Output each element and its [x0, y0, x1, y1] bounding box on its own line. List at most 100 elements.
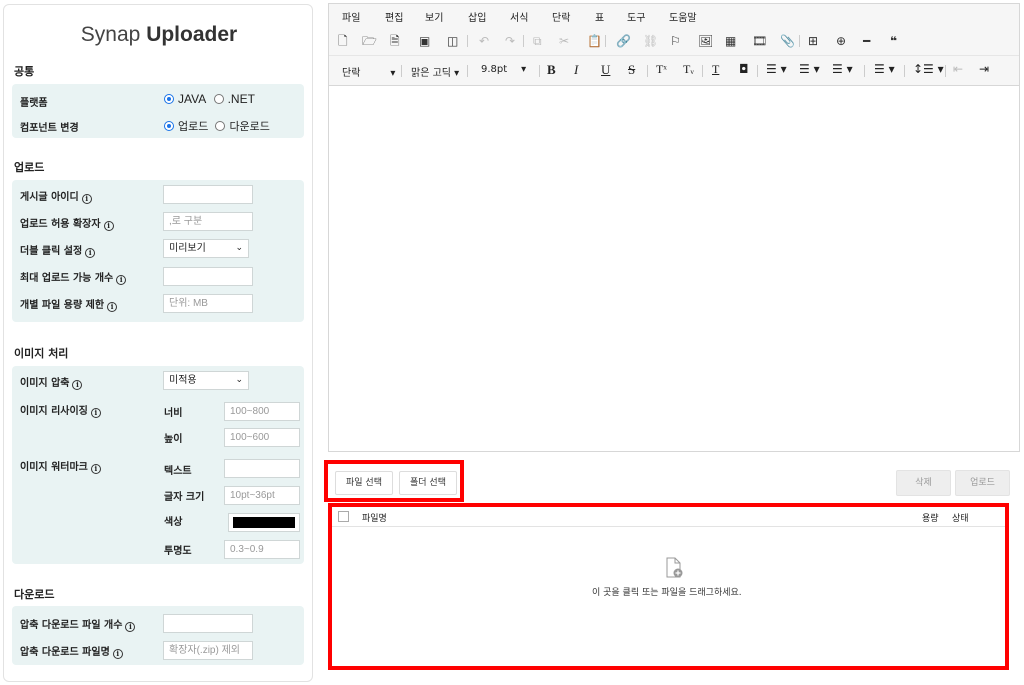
attachment-icon[interactable]: 📎: [780, 34, 795, 48]
cut-icon[interactable]: ✂: [559, 34, 569, 48]
drop-message: 이 곳을 클릭 또는 파일을 드래그하세요.: [592, 588, 742, 598]
menu-file[interactable]: 파일: [342, 9, 360, 24]
select-file-button[interactable]: 파일 선택: [335, 471, 393, 495]
info-icon[interactable]: i: [90, 464, 101, 474]
compress-select[interactable]: 미적용 ⌄: [163, 371, 249, 390]
upload-button[interactable]: 업로드: [955, 470, 1010, 496]
toolbar-format: 단락 ▾ 맑은 고딕 ▾ 9.8pt ▾ B I U S Tˣ Tᵥ T ◘ ☰ ▾…: [329, 56, 1019, 86]
bullet-list-icon[interactable]: ☰ ▾: [766, 62, 787, 76]
insert-box-icon[interactable]: ⊕: [836, 34, 846, 48]
info-icon[interactable]: i: [103, 221, 114, 231]
menu-tools[interactable]: 도구: [627, 9, 645, 24]
info-icon[interactable]: i: [125, 622, 136, 632]
copy-icon[interactable]: ⧉: [533, 34, 542, 48]
line-height-icon[interactable]: ↕☰ ▾: [913, 62, 944, 76]
font-color-icon[interactable]: T: [712, 62, 719, 77]
delete-button[interactable]: 삭제: [896, 470, 951, 496]
new-doc-icon[interactable]: 🗋: [338, 34, 348, 48]
post-id-label: 게시글 아이디 i: [20, 188, 92, 204]
menu-edit[interactable]: 편집: [385, 9, 403, 24]
platform-radio-group: JAVA .NET: [164, 92, 259, 106]
template-icon[interactable]: 🗎: [390, 34, 400, 48]
zip-count-label: 압축 다운로드 파일 개수 i: [20, 616, 136, 632]
info-icon[interactable]: i: [81, 194, 92, 204]
dblclick-label: 더블 클릭 설정 i: [20, 242, 96, 258]
link-icon[interactable]: 🔗: [616, 34, 631, 48]
menu-paragraph[interactable]: 단락: [552, 9, 570, 24]
font-size-input[interactable]: 10pt~36pt: [224, 486, 300, 505]
menu-insert[interactable]: 삽입: [468, 9, 486, 24]
horizontal-rule-icon[interactable]: ━: [863, 34, 870, 48]
multi-image-icon[interactable]: ▦: [725, 34, 736, 48]
dblclick-select[interactable]: 미리보기 ⌄: [163, 239, 249, 258]
component-download-radio[interactable]: 다운로드: [215, 121, 270, 133]
unlink-icon[interactable]: ⛓: [643, 34, 658, 48]
video-icon[interactable]: 🎞: [752, 34, 767, 48]
numbered-list-icon[interactable]: ☰ ▾: [799, 62, 820, 76]
menu-table[interactable]: 표: [595, 9, 604, 24]
bookmark-icon[interactable]: ⚐: [670, 34, 681, 48]
height-input[interactable]: 100~600: [224, 428, 300, 447]
section-download-title: 다운로드: [14, 588, 55, 601]
resize-label: 이미지 리사이징 i: [20, 402, 101, 418]
opacity-input[interactable]: 0.3~0.9: [224, 540, 300, 559]
image-icon[interactable]: 🖼: [698, 34, 713, 48]
redo-icon[interactable]: ↷: [505, 34, 515, 48]
menu-format[interactable]: 서식: [510, 9, 528, 24]
text-label: 텍스트: [164, 466, 192, 477]
width-input[interactable]: 100~800: [224, 402, 300, 421]
size-limit-input[interactable]: 단위: MB: [163, 294, 253, 313]
platform-net-radio[interactable]: .NET: [213, 92, 255, 106]
font-family-select[interactable]: 맑은 고딕 ▾: [411, 64, 459, 79]
subscript-icon[interactable]: Tᵥ: [683, 62, 694, 77]
image-box: 이미지 압축 i 미적용 ⌄ 이미지 리사이징 i 너비 100~800 높이 100…: [12, 366, 304, 564]
select-folder-button[interactable]: 폴더 선택: [399, 471, 457, 495]
ext-input[interactable]: ,로 구분: [163, 212, 253, 231]
section-upload-title: 업로드: [14, 161, 45, 174]
align-icon[interactable]: ☰ ▾: [874, 62, 895, 76]
info-icon[interactable]: i: [72, 380, 83, 390]
quote-icon[interactable]: ❝: [890, 34, 897, 48]
undo-icon[interactable]: ↶: [479, 34, 489, 48]
app-title: Synap Uploader: [80, 23, 238, 46]
strikethrough-icon[interactable]: S: [628, 62, 635, 78]
zip-name-input[interactable]: 확장자(.zip) 제외: [163, 641, 253, 660]
bold-icon[interactable]: B: [547, 62, 556, 78]
size-limit-label: 개별 파일 용량 제한 i: [20, 296, 118, 312]
watermark-text-input[interactable]: [224, 459, 300, 478]
table-icon[interactable]: ⊞: [808, 34, 818, 48]
post-id-input[interactable]: [163, 185, 253, 204]
multilevel-list-icon[interactable]: ☰ ▾: [832, 62, 853, 76]
info-icon[interactable]: i: [90, 408, 101, 418]
outdent-icon[interactable]: ⇤: [953, 62, 963, 76]
menu-bar: 파일 편집 보기 삽입 서식 단락 표 도구 도움말: [329, 4, 1019, 26]
italic-icon[interactable]: I: [574, 62, 578, 78]
info-icon[interactable]: i: [112, 649, 123, 659]
section-common-title: 공통: [14, 65, 35, 78]
chevron-down-icon: ⌄: [235, 243, 243, 253]
info-icon[interactable]: i: [85, 248, 96, 258]
font-size-select[interactable]: 9.8pt ▾: [481, 64, 526, 75]
component-radio-group: 업로드 다운로드: [164, 118, 274, 134]
info-icon[interactable]: i: [116, 275, 127, 285]
underline-icon[interactable]: U: [601, 62, 610, 78]
layout-icon[interactable]: ◫: [447, 34, 458, 48]
platform-java-radio[interactable]: JAVA: [164, 92, 206, 106]
rich-text-editor: 파일 편집 보기 삽입 서식 단락 표 도구 도움말 🗋 🗁 🗎 ▣ ◫ ↶ ↷…: [328, 3, 1020, 452]
save-icon[interactable]: ▣: [419, 34, 430, 48]
component-upload-radio[interactable]: 업로드: [164, 121, 208, 133]
superscript-icon[interactable]: Tˣ: [656, 62, 667, 77]
menu-view[interactable]: 보기: [425, 9, 443, 24]
highlight-color-icon[interactable]: ◘: [739, 62, 749, 76]
open-folder-icon[interactable]: 🗁: [362, 34, 377, 48]
font-size-label: 글자 크기: [164, 492, 205, 503]
menu-help[interactable]: 도움말: [669, 9, 697, 24]
paragraph-style-select[interactable]: 단락 ▾: [342, 64, 395, 79]
zip-count-input[interactable]: [163, 614, 253, 633]
select-all-checkbox[interactable]: [338, 511, 349, 522]
info-icon[interactable]: i: [107, 302, 118, 312]
indent-icon[interactable]: ⇥: [979, 62, 989, 76]
paste-icon[interactable]: 📋: [587, 34, 602, 48]
color-picker[interactable]: [228, 513, 300, 532]
max-count-input[interactable]: [163, 267, 253, 286]
